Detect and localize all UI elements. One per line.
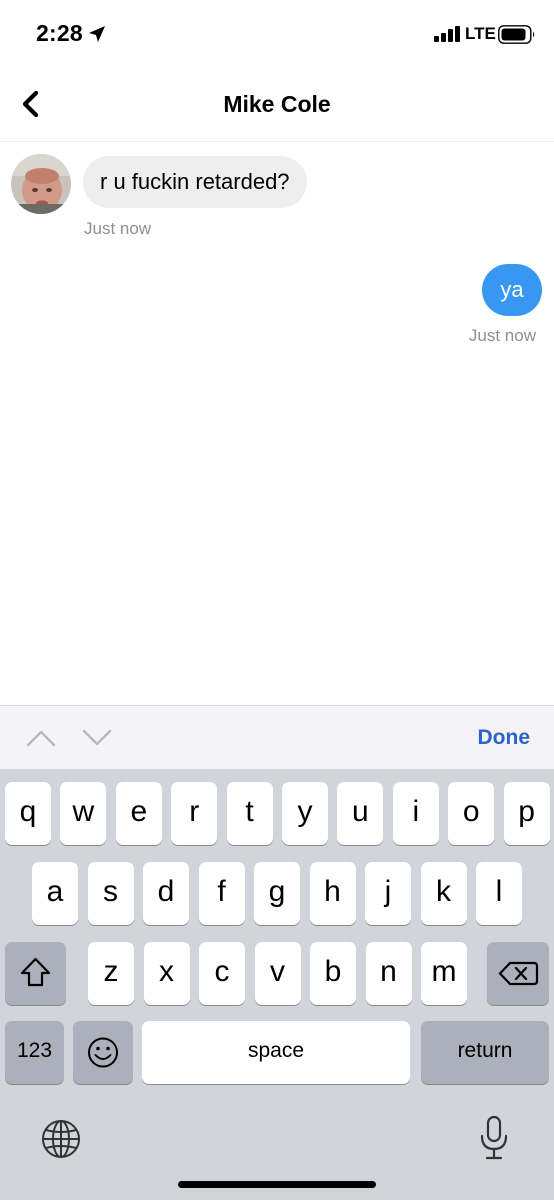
network-type: LTE <box>465 24 496 43</box>
location-arrow-icon <box>89 26 105 42</box>
home-indicator[interactable] <box>178 1181 376 1188</box>
key-g[interactable]: g <box>254 862 300 925</box>
key-l[interactable]: l <box>476 862 522 925</box>
key-o[interactable]: o <box>448 782 495 845</box>
key-n[interactable]: n <box>365 942 412 1005</box>
key-r[interactable]: r <box>171 782 218 845</box>
avatar[interactable] <box>11 154 71 214</box>
outgoing-message-timestamp: Just now <box>468 326 536 345</box>
conversation-title: Mike Cole <box>223 91 331 117</box>
cellular-signal-icon <box>434 26 460 42</box>
conversation-header: Mike Cole <box>0 70 554 142</box>
key-y[interactable]: y <box>282 782 328 845</box>
previous-field-chevron-up-icon[interactable] <box>26 728 56 748</box>
key-z[interactable]: z <box>88 942 134 1005</box>
key-j[interactable]: j <box>365 862 411 925</box>
status-time: 2:28 <box>36 20 83 46</box>
key-x[interactable]: x <box>143 942 190 1005</box>
battery-icon <box>498 25 535 44</box>
key-v[interactable]: v <box>254 942 301 1005</box>
message-thread: r u fuckin retarded? Just now ya Just no… <box>0 143 554 705</box>
key-e[interactable]: e <box>115 782 162 845</box>
key-p[interactable]: p <box>503 782 550 845</box>
incoming-message-timestamp: Just now <box>84 219 152 238</box>
key-c[interactable]: c <box>199 942 245 1005</box>
globe-icon[interactable] <box>40 1118 82 1160</box>
key-s[interactable]: s <box>87 862 134 925</box>
key-k[interactable]: k <box>420 862 467 925</box>
key-w[interactable]: w <box>60 782 107 845</box>
outgoing-message-bubble[interactable]: ya <box>482 264 542 316</box>
done-button[interactable]: Done <box>478 726 531 750</box>
key-h[interactable]: h <box>309 862 356 925</box>
backspace-icon <box>498 961 539 986</box>
return-key[interactable]: return <box>421 1021 549 1084</box>
emoji-key[interactable] <box>73 1021 133 1084</box>
key-q[interactable]: q <box>5 782 51 845</box>
incoming-message-bubble[interactable]: r u fuckin retarded? <box>83 156 307 208</box>
key-t[interactable]: t <box>226 782 273 845</box>
key-d[interactable]: d <box>143 862 189 925</box>
emoji-smiley-icon <box>88 1037 118 1068</box>
next-field-chevron-down-icon[interactable] <box>82 728 112 748</box>
key-b[interactable]: b <box>310 942 356 1005</box>
key-i[interactable]: i <box>392 782 439 845</box>
status-bar: 2:28 LTE <box>0 0 554 70</box>
keyboard: qwertyuiop asdfghjkl zxcvbnm 123 space r… <box>0 769 554 1200</box>
key-a[interactable]: a <box>32 862 78 925</box>
numbers-key[interactable]: 123 <box>5 1021 64 1084</box>
microphone-icon[interactable] <box>478 1114 510 1164</box>
avatar-photo <box>11 154 71 214</box>
keyboard-accessory-bar: Done <box>0 705 554 769</box>
shift-arrow-icon <box>20 957 51 987</box>
key-f[interactable]: f <box>198 862 245 925</box>
shift-key[interactable] <box>5 942 66 1005</box>
space-key[interactable]: space <box>142 1021 410 1084</box>
delete-key[interactable] <box>487 942 549 1005</box>
key-m[interactable]: m <box>421 942 467 1005</box>
key-u[interactable]: u <box>337 782 384 845</box>
